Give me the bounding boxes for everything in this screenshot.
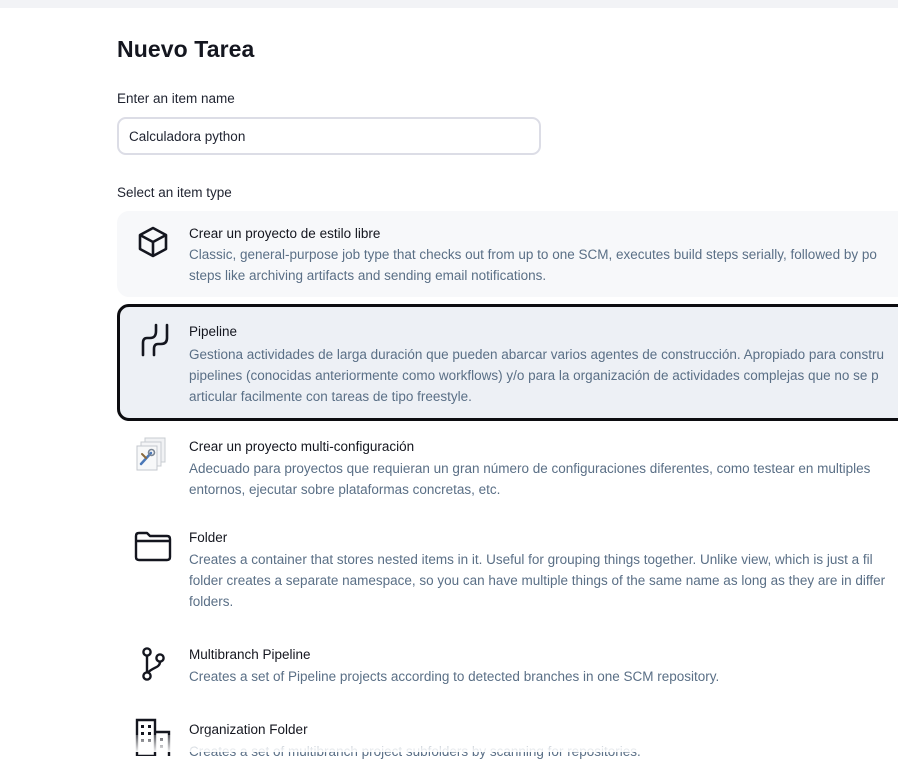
item-type-multibranch-pipeline[interactable]: Multibranch Pipeline Creates a set of Pi… (117, 636, 898, 700)
item-type-folder[interactable]: Folder Creates a container that stores n… (117, 518, 898, 618)
item-type-multi-configuration[interactable]: Crear un proyecto multi-configuración Ad… (117, 428, 898, 510)
item-type-description: Adecuado para proyectos que requieran un… (189, 461, 871, 497)
multi-config-icon (133, 434, 173, 474)
item-type-description: Classic, general-purpose job type that c… (189, 247, 877, 283)
git-branch-icon (133, 644, 173, 684)
folder-icon (133, 526, 173, 566)
new-item-page: Nuevo Tarea Enter an item name Select an… (117, 0, 898, 759)
item-type-pipeline[interactable]: Pipeline Gestiona actividades de larga d… (117, 304, 898, 421)
item-name-input[interactable] (117, 117, 541, 155)
building-icon (133, 716, 173, 758)
pipeline-icon (134, 321, 174, 361)
item-type-name: Crear un proyecto multi-configuración (189, 439, 415, 454)
item-type-description: Gestiona actividades de larga duración q… (189, 347, 884, 404)
item-type-name: Crear un proyecto de estilo libre (189, 226, 381, 241)
item-type-name: Organization Folder (189, 722, 308, 737)
item-type-name: Multibranch Pipeline (189, 647, 311, 662)
item-name-label: Enter an item name (117, 91, 235, 106)
item-type-name: Pipeline (189, 324, 238, 339)
page-title: Nuevo Tarea (117, 36, 255, 62)
item-type-label: Select an item type (117, 185, 232, 200)
item-type-freestyle[interactable]: Crear un proyecto de estilo libre Classi… (117, 211, 898, 297)
item-type-description: Creates a container that stores nested i… (189, 552, 886, 609)
item-type-description: Creates a set of Pipeline projects accor… (189, 669, 720, 684)
cube-icon (133, 221, 173, 261)
item-type-organization-folder[interactable]: Organization Folder Creates a set of mul… (117, 708, 898, 768)
item-type-name: Folder (189, 530, 228, 545)
